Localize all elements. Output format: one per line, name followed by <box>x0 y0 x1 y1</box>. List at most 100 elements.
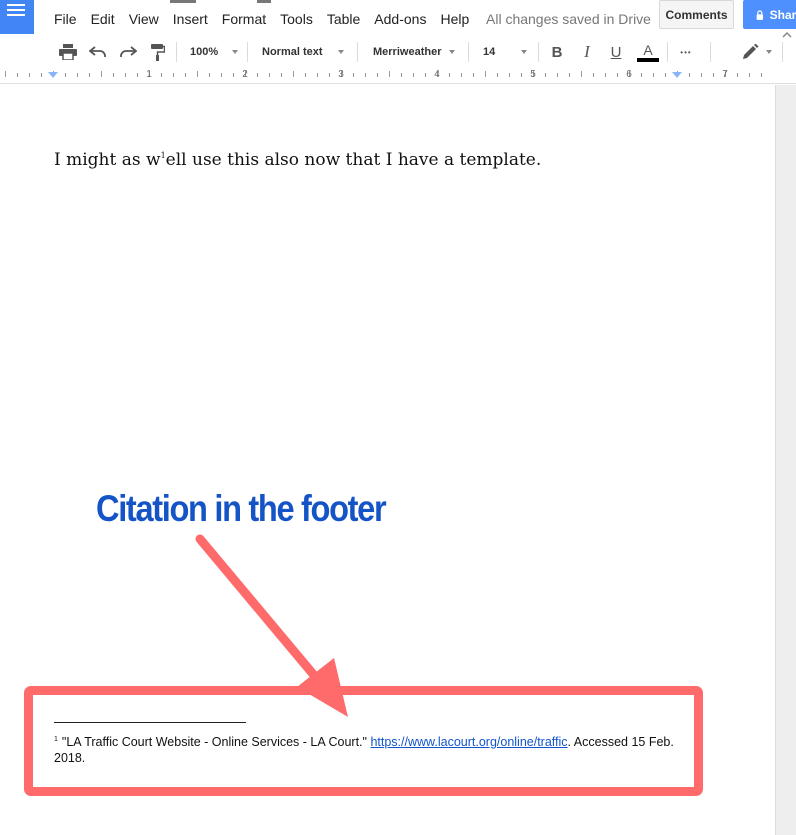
ruler-tick <box>377 73 378 77</box>
toolbar-divider <box>468 42 469 62</box>
ruler-tick <box>125 73 126 77</box>
docs-logo[interactable] <box>0 0 34 34</box>
ruler-tick <box>713 73 714 77</box>
footnote-link[interactable]: https://www.lacourt.org/online/traffic <box>370 735 567 749</box>
redo-button[interactable] <box>116 36 140 68</box>
body-text-part: I might as w <box>54 150 161 170</box>
menu-add-ons[interactable]: Add-ons <box>374 10 426 28</box>
body-text-part: ell use this also now that I have a temp… <box>165 150 542 170</box>
ruler-tick <box>413 73 414 77</box>
ruler-tick <box>401 73 402 77</box>
ruler-tick <box>161 73 162 77</box>
ruler-number: 5 <box>530 69 536 80</box>
chevron-down-icon <box>232 50 238 54</box>
menu-bar: File Edit View Insert Format Tools Table… <box>54 10 483 28</box>
menu-view[interactable]: View <box>129 10 159 28</box>
footnote-separator <box>54 722 246 723</box>
ruler-tick <box>221 73 222 77</box>
ruler-tick <box>569 73 570 77</box>
ruler-tick <box>425 73 426 77</box>
ruler-tick <box>593 73 594 77</box>
ruler-tick <box>77 73 78 77</box>
ruler-tick <box>389 71 390 77</box>
font-select[interactable]: Merriweather <box>373 36 455 68</box>
save-status[interactable]: All changes saved in Drive <box>486 10 651 28</box>
ruler-tick <box>521 73 522 77</box>
ruler-tick <box>737 73 738 77</box>
print-icon <box>59 44 77 60</box>
ruler-tick <box>317 73 318 77</box>
scroll-up-icon[interactable] <box>779 30 795 40</box>
ruler-tick <box>461 73 462 77</box>
ruler-tick <box>29 73 30 77</box>
share-label: Share <box>769 7 796 22</box>
underline-button[interactable]: U <box>604 36 628 68</box>
left-indent-marker[interactable] <box>48 72 58 78</box>
print-button[interactable] <box>56 36 80 68</box>
menu-format[interactable]: Format <box>222 10 266 28</box>
chevron-down-icon <box>338 50 344 54</box>
italic-icon: I <box>584 42 590 61</box>
text-color-button[interactable]: A <box>636 36 660 68</box>
style-select[interactable]: Normal text <box>262 36 344 68</box>
scroll-gutter[interactable] <box>775 85 796 835</box>
right-indent-marker[interactable] <box>672 72 682 78</box>
ruler-tick <box>617 73 618 77</box>
font-size-value: 14 <box>483 46 496 58</box>
font-size-select[interactable]: 14 <box>483 36 527 68</box>
footnote-marker: 1 <box>54 736 58 743</box>
text-color-swatch <box>637 57 659 62</box>
footnote[interactable]: 1 "LA Traffic Court Website - Online Serv… <box>54 732 679 766</box>
ruler-tick <box>365 73 366 77</box>
document-body-text[interactable]: I might as w1ell use this also now that … <box>54 144 541 172</box>
menu-edit[interactable]: Edit <box>91 10 115 28</box>
ruler-tick <box>605 73 606 77</box>
ruler-number: 3 <box>338 69 344 80</box>
menu-file[interactable]: File <box>54 10 77 28</box>
menu-tools[interactable]: Tools <box>280 10 313 28</box>
ruler-tick <box>545 73 546 77</box>
toolbar-divider <box>247 42 248 62</box>
ruler-tick <box>749 73 750 77</box>
ruler-tick <box>701 73 702 77</box>
ruler-tick <box>101 71 102 77</box>
more-icon: ••• <box>680 47 692 57</box>
ruler-tick <box>641 73 642 77</box>
ruler-tick <box>653 73 654 77</box>
underline-icon: U <box>610 43 622 61</box>
more-button[interactable]: ••• <box>673 36 699 68</box>
ruler-tick <box>353 73 354 77</box>
zoom-value: 100% <box>190 46 219 58</box>
undo-button[interactable] <box>86 36 110 68</box>
menu-help[interactable]: Help <box>440 10 469 28</box>
text-color-icon: A <box>637 43 659 62</box>
comments-button[interactable]: Comments <box>659 0 734 29</box>
ruler-tick <box>473 73 474 77</box>
footnote-citation: "LA Traffic Court Website - Online Servi… <box>61 735 371 749</box>
text-color-letter: A <box>643 41 653 58</box>
ruler-tick <box>209 73 210 77</box>
ruler[interactable]: 1 2 3 4 5 6 7 <box>0 68 796 84</box>
pencil-icon <box>743 44 759 59</box>
ruler-number: 1 <box>146 69 152 80</box>
share-button[interactable]: Share <box>743 0 796 29</box>
ruler-tick <box>329 73 330 77</box>
ruler-number: 4 <box>434 69 440 80</box>
ruler-tick <box>485 71 486 77</box>
chevron-down-icon <box>766 50 772 54</box>
ruler-number: 7 <box>722 69 728 80</box>
paint-format-icon <box>151 43 165 61</box>
ruler-tick <box>185 73 186 77</box>
ruler-tick <box>509 73 510 77</box>
bold-button[interactable]: B <box>545 36 569 68</box>
ruler-tick <box>137 73 138 77</box>
ruler-tick <box>89 73 90 77</box>
style-value: Normal text <box>262 46 323 58</box>
italic-button[interactable]: I <box>575 36 599 68</box>
zoom-select[interactable]: 100% <box>190 36 238 68</box>
paint-format-button[interactable] <box>146 36 170 68</box>
menu-table[interactable]: Table <box>327 10 360 28</box>
ruler-tick <box>497 73 498 77</box>
menu-insert[interactable]: Insert <box>173 10 208 28</box>
editing-mode-button[interactable] <box>738 36 776 68</box>
